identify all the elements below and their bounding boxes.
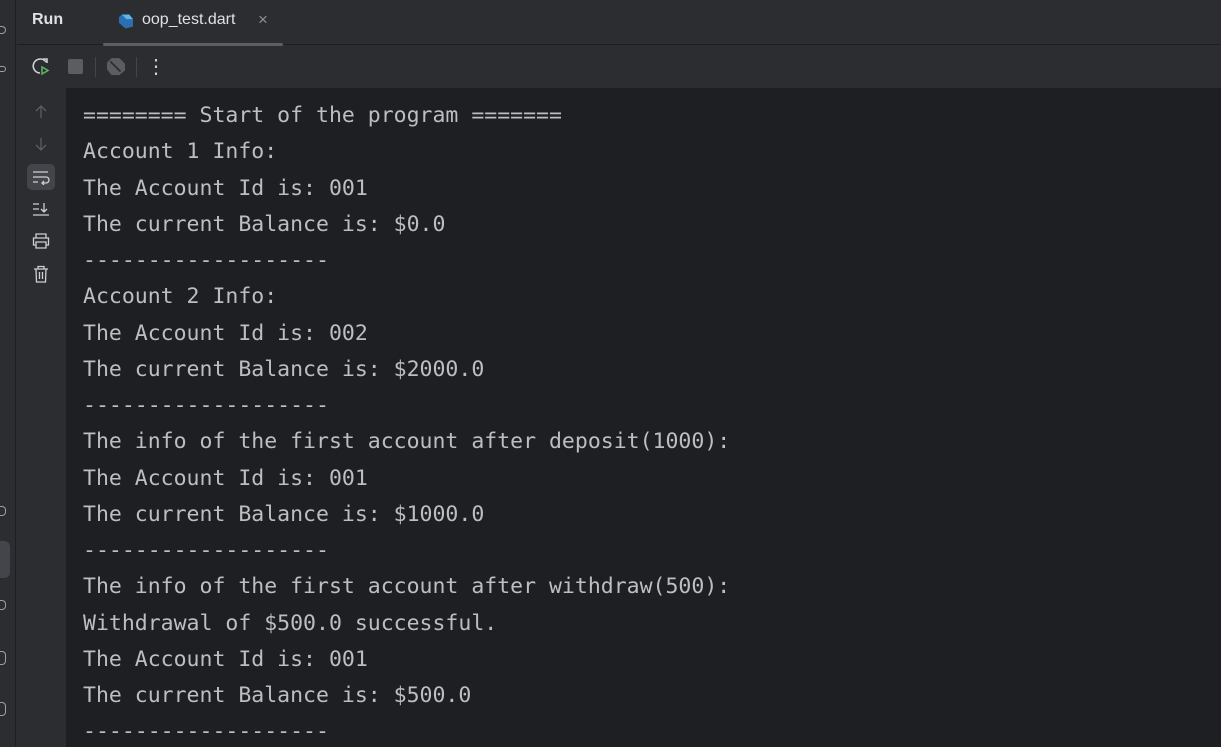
debug-button[interactable] [106,56,126,76]
soft-wrap-icon [33,171,50,185]
tool-icon[interactable] [0,702,6,716]
console-line: The info of the first account after depo… [83,429,731,455]
divider [95,57,96,77]
console-line: Account 2 Info: [83,284,278,310]
tool-icon[interactable] [0,600,6,610]
stop-icon [67,58,83,74]
tool-icon[interactable] [0,506,6,516]
console-line: ======== Start of the program ======= [83,103,562,128]
more-options-button[interactable]: ⋮ [146,56,166,78]
dart-debug-icon [107,58,125,75]
console-line: The Account Id is: 001 [83,646,368,672]
active-tool-icon[interactable] [0,541,10,578]
console-line: The current Balance is: $500.0 [83,683,472,708]
console-side-toolbar [17,88,66,747]
dart-file-icon [118,14,133,29]
console-line: Withdrawal of $500.0 successful. [83,610,498,636]
soft-wrap-button[interactable] [27,164,55,190]
clear-console-button[interactable] [27,261,55,287]
rerun-button[interactable] [31,56,51,76]
rerun-icon [32,58,50,76]
run-panel-title: Run [32,11,64,28]
console-line: ------------------- [83,393,329,418]
console-line: The current Balance is: $2000.0 [83,356,485,382]
clipped-line: - [83,88,407,100]
console-line: The Account Id is: 001 [83,465,368,491]
console-line: ------------------- [83,719,329,745]
arrow-down-icon [35,138,47,151]
print-button[interactable] [27,228,55,254]
console-line: ------------------- [83,538,329,563]
run-toolbar: ⋮ [17,45,1221,88]
scroll-to-end-button[interactable] [27,196,55,222]
tab-oop-test-dart[interactable]: oop_test.dart × [103,0,283,46]
close-icon[interactable]: × [258,10,268,30]
left-tool-strip [0,0,16,747]
console-line: Account 1 Info: [83,139,278,165]
tool-icon[interactable] [0,66,6,72]
stop-button[interactable] [65,56,85,76]
console-line: The Account Id is: 001 [83,175,368,201]
console-line: ------------------- [83,248,329,273]
tab-label: oop_test.dart [142,11,236,28]
scroll-down-button[interactable] [27,131,55,157]
console-line: The info of the first account after with… [83,574,731,600]
arrow-up-icon [35,105,47,118]
console-line: The current Balance is: $1000.0 [83,501,485,527]
console-line: The current Balance is: $0.0 [83,211,446,237]
console-output[interactable]: - ======== Start of the program ======= A… [66,88,1221,747]
tool-icon[interactable] [0,651,6,665]
console-line: The Account Id is: 002 [83,320,368,346]
scroll-up-button[interactable] [27,99,55,125]
run-panel-header: Run oop_test.dart × [17,0,1221,46]
divider [136,57,137,77]
print-icon [32,233,50,249]
tool-icon[interactable] [0,26,6,34]
scroll-to-end-icon [33,203,49,216]
trash-icon [34,265,48,283]
